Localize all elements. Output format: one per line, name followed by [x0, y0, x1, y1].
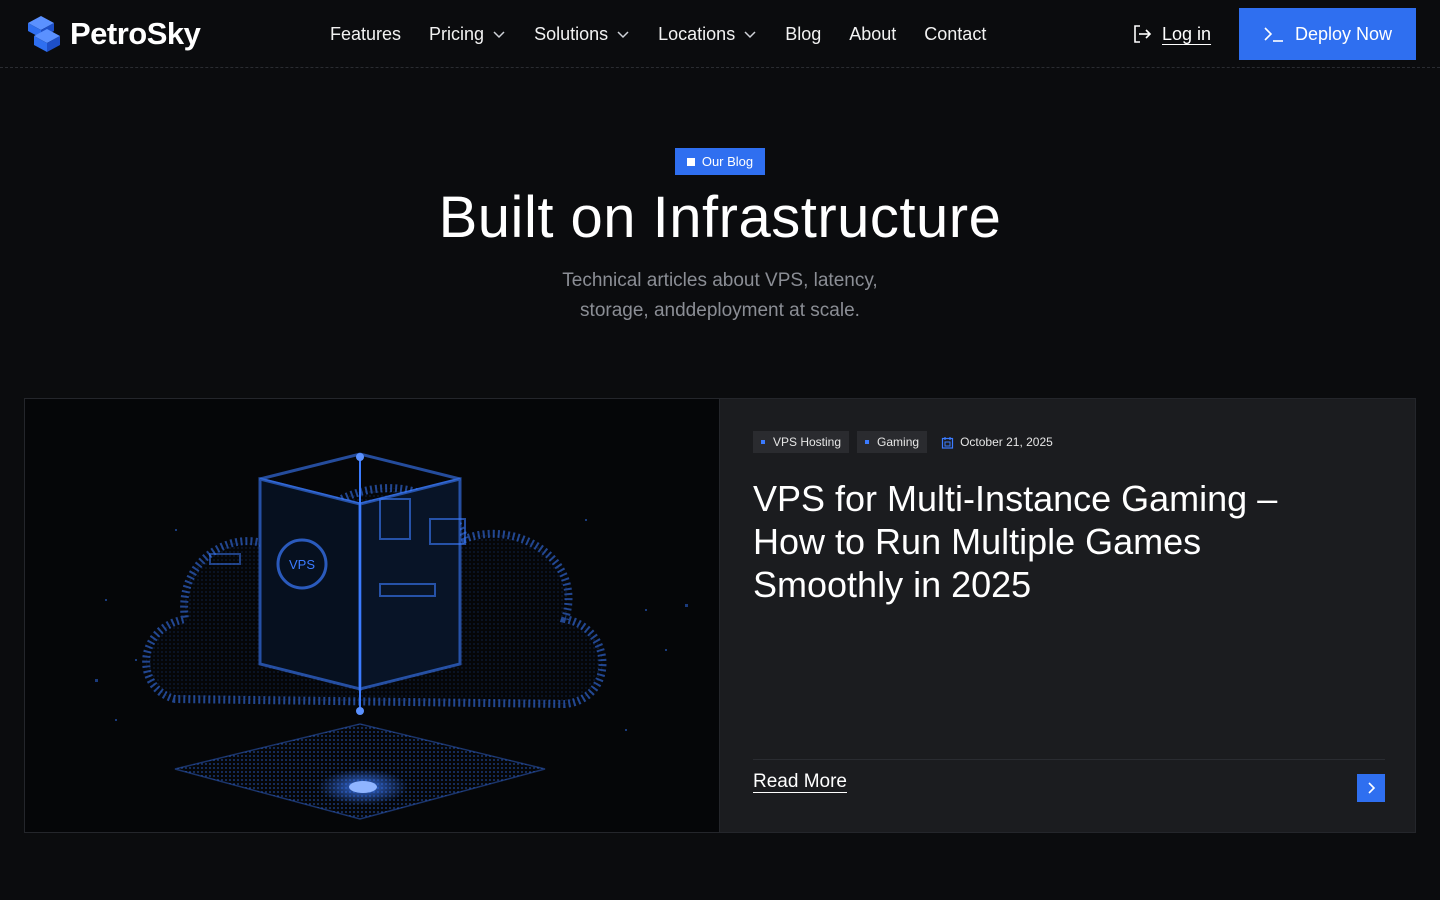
tag-dot-icon: [761, 440, 765, 444]
nav-item-about[interactable]: About: [849, 24, 896, 45]
nav-item-label: Solutions: [534, 23, 609, 44]
vps-label: VPS: [289, 557, 315, 572]
tag-dot-icon: [865, 440, 870, 444]
nav-item-label: Locations: [658, 23, 736, 44]
terminal-icon: [1264, 27, 1283, 42]
chevron-down-icon: [744, 31, 756, 39]
subtitle-line: storage, anddeployment at scale.: [580, 300, 860, 321]
subtitle-line: Technical articles about VPS, latency,: [562, 270, 878, 291]
calendar-icon: [941, 436, 954, 449]
nav-item-label: About: [849, 23, 897, 44]
chevron-down-icon: [617, 31, 629, 39]
deploy-now-label: Deploy Now: [1294, 23, 1393, 44]
card-divider: [753, 759, 1385, 760]
nav-item-locations[interactable]: Locations: [658, 24, 757, 45]
nav-item-blog[interactable]: Blog: [785, 24, 821, 45]
nav-item-features[interactable]: Features: [330, 24, 401, 45]
page-title: Built on Infrastructure: [438, 185, 1002, 250]
login-icon: [1134, 25, 1152, 43]
nav-item-label: Pricing: [429, 23, 485, 44]
featured-post-image[interactable]: VPS: [25, 399, 720, 832]
tag-gaming[interactable]: Gaming: [857, 431, 928, 453]
blog-badge: Our Blog: [675, 148, 765, 175]
read-more-link[interactable]: Read More: [753, 771, 847, 793]
chevron-down-icon: [493, 31, 505, 39]
login-label: Log in: [1162, 23, 1212, 44]
read-more-arrow-button[interactable]: [1357, 774, 1385, 802]
nav-item-contact[interactable]: Contact: [924, 24, 986, 45]
nav-item-label: Blog: [785, 23, 822, 44]
badge-label: Our Blog: [701, 154, 754, 169]
brand-name: PetroSky: [70, 16, 201, 51]
badge-square-icon: [686, 157, 695, 166]
post-title[interactable]: VPS for Multi-Instance Gaming – How to R…: [753, 477, 1353, 606]
login-link[interactable]: Log in: [1132, 20, 1211, 48]
page-subtitle: Technical articles about VPS, latency, s…: [520, 266, 920, 326]
nav-item-pricing[interactable]: Pricing: [429, 24, 506, 45]
brand-logo[interactable]: PetroSky: [24, 13, 201, 55]
nav-item-label: Features: [330, 23, 402, 44]
main-nav: Features Pricing Solutions Locations Blo…: [330, 0, 1014, 68]
tag-label: VPS Hosting: [773, 435, 842, 449]
nav-item-label: Contact: [924, 23, 987, 44]
tag-vps-hosting[interactable]: VPS Hosting: [753, 431, 850, 453]
post-date: October 21, 2025: [941, 435, 1053, 449]
nav-item-solutions[interactable]: Solutions: [534, 24, 630, 45]
tag-label: Gaming: [877, 435, 920, 449]
vps-cloud-illustration-icon: VPS: [95, 452, 688, 820]
site-header: PetroSky Features Pricing Solutions Loca…: [0, 0, 1440, 68]
post-date-label: October 21, 2025: [960, 435, 1053, 449]
featured-post-body: VPS Hosting Gaming October 21, 2025 VPS …: [753, 399, 1385, 832]
deploy-now-button[interactable]: Deploy Now: [1239, 8, 1416, 60]
featured-post-card[interactable]: VPS VPS Hosting Gaming October 21, 2025 …: [24, 398, 1416, 833]
cube-logo-icon: [28, 16, 60, 52]
post-meta: VPS Hosting Gaming October 21, 2025: [753, 431, 1053, 453]
chevron-right-icon: [1368, 782, 1376, 794]
